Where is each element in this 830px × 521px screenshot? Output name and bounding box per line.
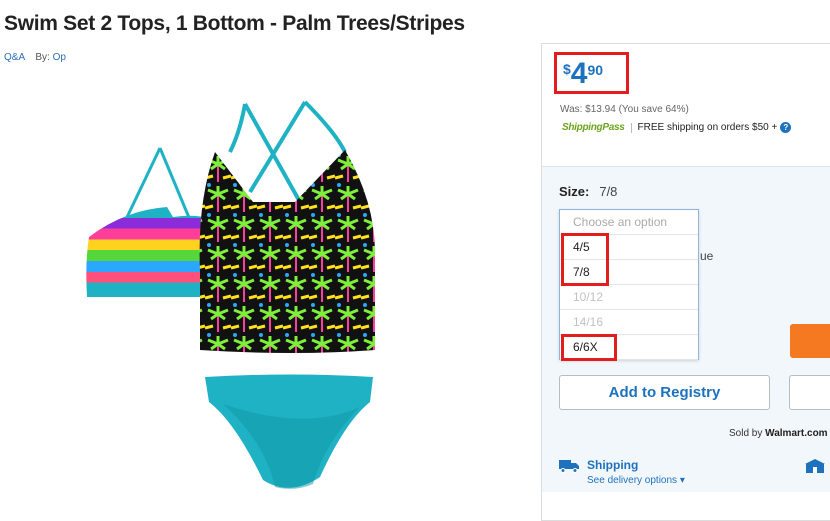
highlight-box (561, 233, 609, 286)
product-title: Swim Set 2 Tops, 1 Bottom - Palm Trees/S… (4, 12, 465, 35)
add-to-list-button[interactable] (789, 375, 830, 410)
by-label: By: (35, 52, 50, 63)
size-option-placeholder: Choose an option (560, 210, 698, 235)
price-dollars: 4 (570, 57, 588, 90)
truck-icon (559, 460, 579, 473)
obscured-text: ue (700, 249, 714, 263)
savings-text: (You save 64%) (618, 104, 689, 115)
seller-name[interactable]: Walmart.com (765, 428, 827, 439)
shipping-pass-line: ShippingPass FREE shipping on orders $50 … (562, 122, 792, 134)
purchase-panel: $490 Was: $13.94 (You save 64%) Shipping… (541, 43, 830, 521)
product-image[interactable] (75, 92, 405, 502)
was-price-text: Was: $13.94 (560, 104, 616, 115)
divider (630, 122, 632, 133)
add-to-registry-button[interactable]: Add to Registry (559, 375, 770, 410)
product-meta: Q&A By: Op (4, 52, 66, 63)
size-label-text: Size: (559, 184, 590, 199)
price: $490 (563, 59, 603, 89)
options-section: Size: 7/8 ue Add to Registry Sold by Walm… (542, 166, 830, 492)
size-selected-value: 7/8 (599, 184, 618, 199)
size-label: Size: 7/8 (559, 184, 617, 199)
shipping-pass-logo[interactable]: ShippingPass (562, 122, 625, 133)
size-option-10-12: 10/12 (560, 285, 698, 310)
help-icon[interactable]: ? (780, 122, 792, 133)
free-shipping-text: FREE shipping on orders $50 + (637, 122, 778, 134)
was-price: Was: $13.94 (You save 64%) (560, 104, 689, 115)
size-option-14-16: 14/16 (560, 310, 698, 335)
delivery-options-link[interactable]: See delivery options ▾ (587, 475, 685, 486)
sold-by: Sold by Walmart.com (729, 428, 828, 439)
sold-by-prefix: Sold by (729, 428, 763, 439)
highlight-box (561, 334, 617, 361)
qa-link[interactable]: Q&A (4, 52, 25, 63)
price-highlight: $490 (554, 52, 629, 94)
shipping-title: Shipping (587, 458, 639, 472)
add-to-cart-button[interactable] (790, 324, 830, 358)
store-icon (805, 459, 825, 473)
price-currency: $ (563, 61, 571, 77)
price-cents: 90 (587, 62, 604, 78)
size-dropdown[interactable]: Choose an option 4/5 7/8 10/12 14/16 6/6… (559, 209, 699, 361)
brand-link[interactable]: Op (53, 52, 66, 63)
